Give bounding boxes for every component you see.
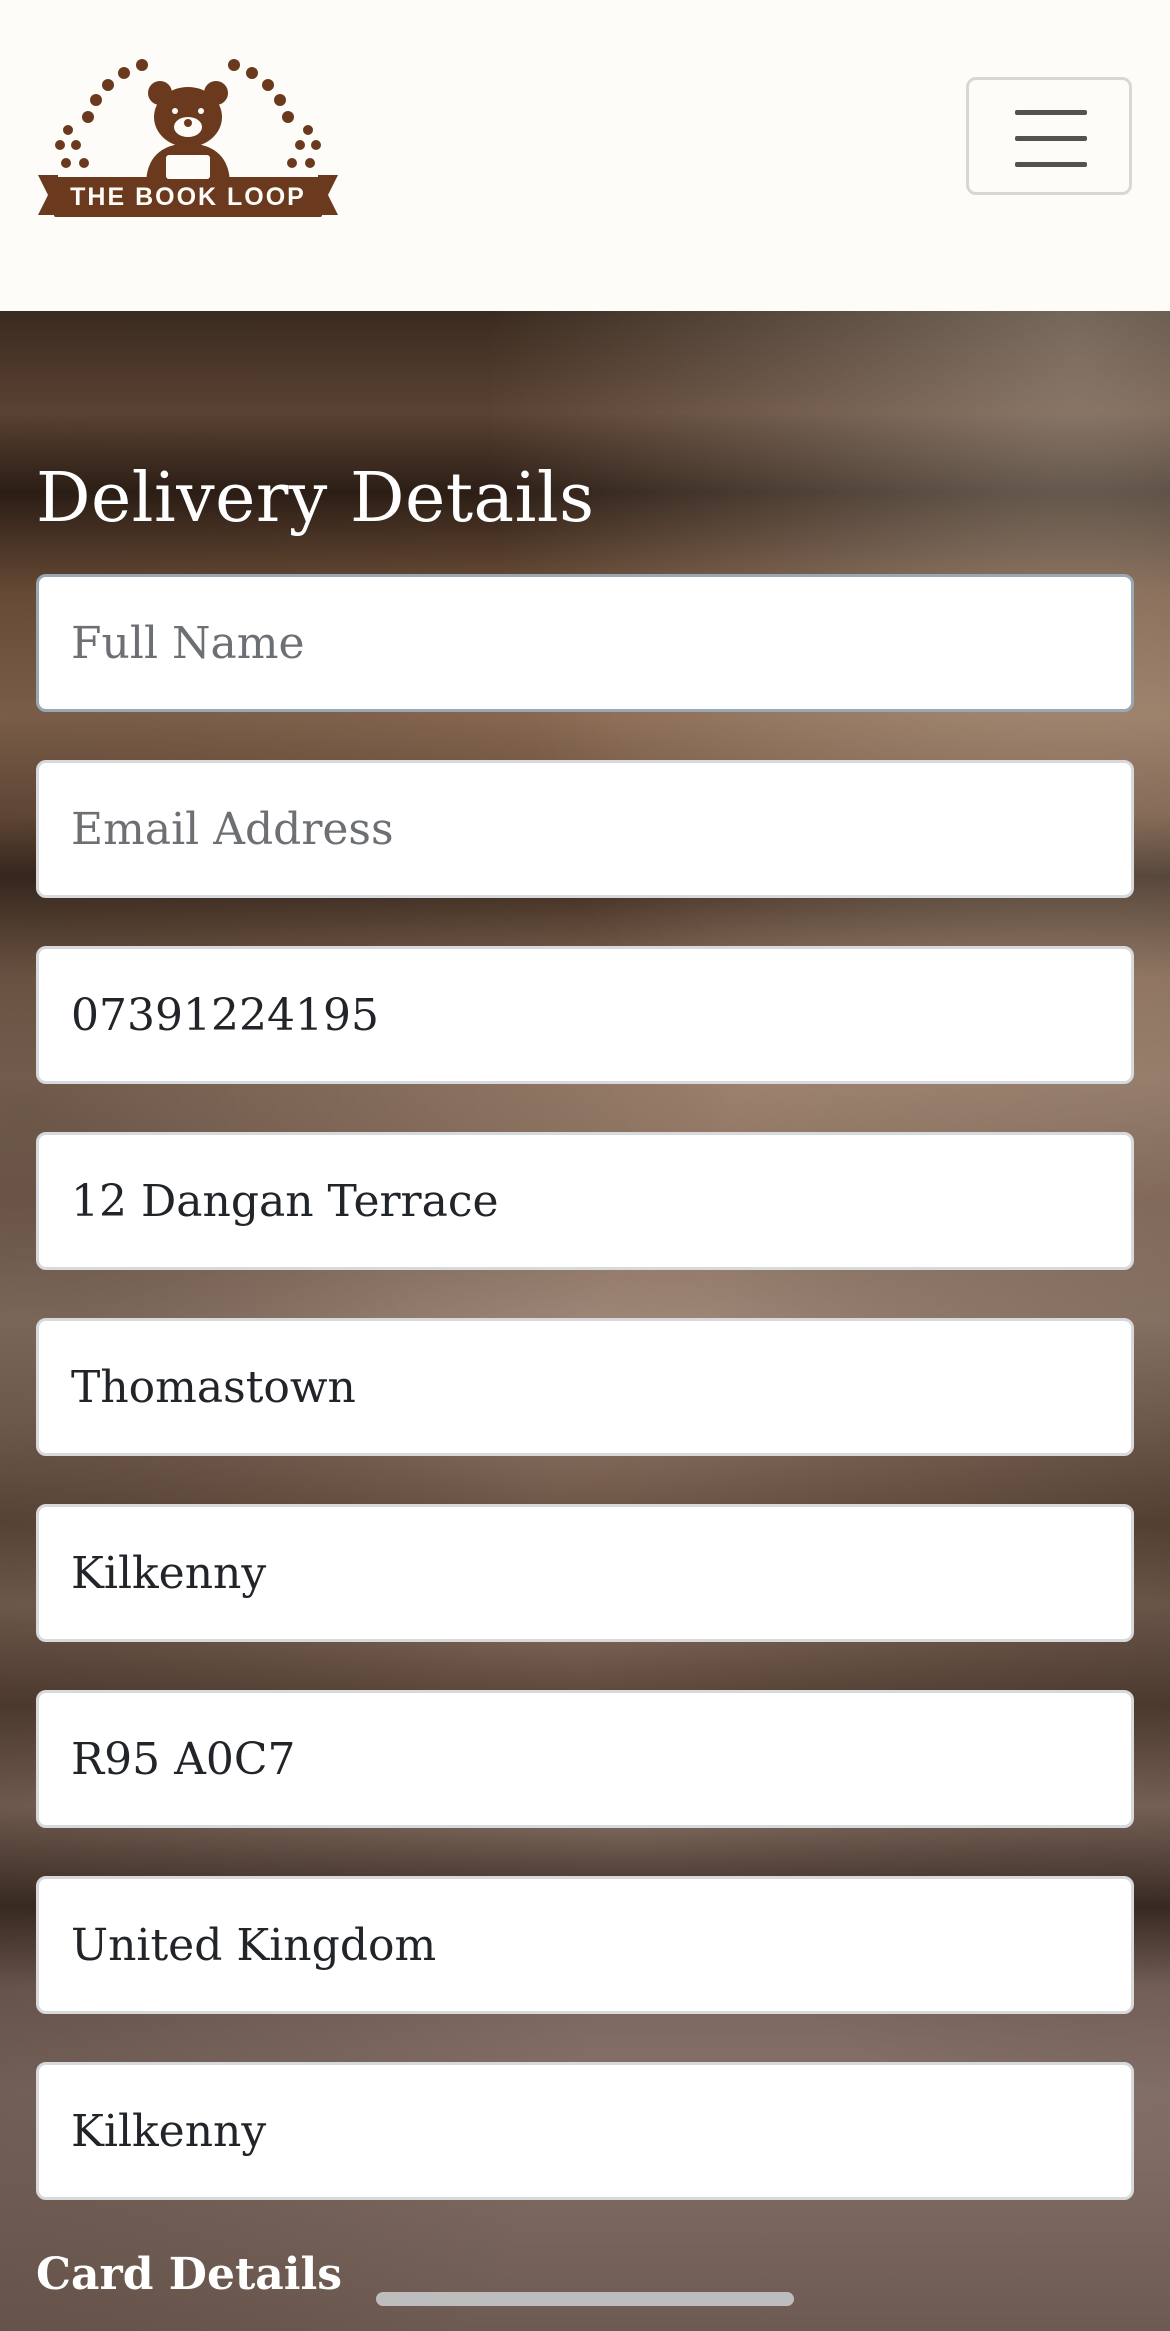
navbar: THE BOOK LOOP xyxy=(0,0,1170,311)
full-name-input[interactable] xyxy=(36,574,1134,712)
the-book-loop-logo[interactable]: THE BOOK LOOP xyxy=(38,45,338,225)
county-input-2[interactable] xyxy=(36,2062,1134,2200)
menu-toggle-button[interactable] xyxy=(966,77,1132,195)
email-input[interactable] xyxy=(36,760,1134,898)
logo-text: THE BOOK LOOP xyxy=(70,183,306,211)
delivery-details-heading: Delivery Details xyxy=(36,459,595,538)
home-indicator[interactable] xyxy=(376,2292,794,2306)
postcode-input[interactable] xyxy=(36,1690,1134,1828)
bear-logo-icon: THE BOOK LOOP xyxy=(38,59,338,217)
phone-input[interactable] xyxy=(36,946,1134,1084)
street-address-input[interactable] xyxy=(36,1132,1134,1270)
card-details-heading: Card Details xyxy=(36,2249,342,2300)
country-select[interactable] xyxy=(36,1876,1134,2014)
delivery-section: Delivery Details Card Details xyxy=(0,311,1170,2331)
county-input[interactable] xyxy=(36,1504,1134,1642)
town-city-input[interactable] xyxy=(36,1318,1134,1456)
